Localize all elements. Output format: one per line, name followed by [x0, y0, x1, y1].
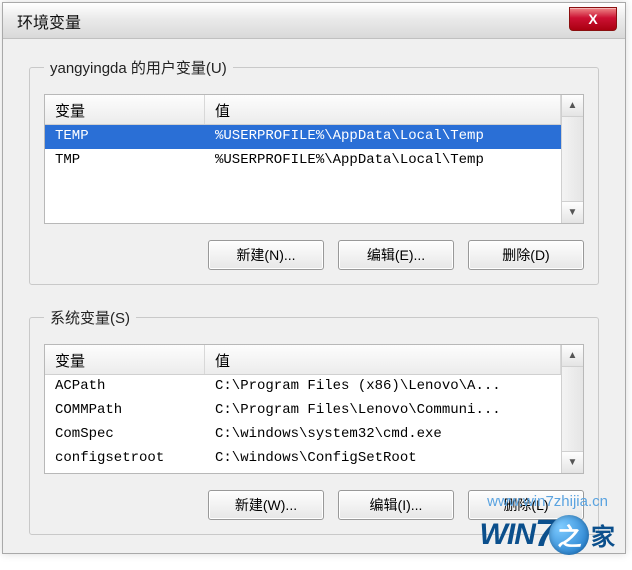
cell-value: C:\windows\ConfigSetRoot: [205, 447, 561, 471]
table-row[interactable]: ACPath C:\Program Files (x86)\Lenovo\A..…: [45, 375, 561, 399]
table-row[interactable]: TMP %USERPROFILE%\AppData\Local\Temp: [45, 149, 561, 173]
column-header-value[interactable]: 值: [205, 345, 561, 374]
system-vars-header: 变量 值: [45, 345, 561, 375]
cell-variable: COMMPath: [45, 399, 205, 423]
window-title: 环境变量: [17, 9, 81, 33]
scroll-up-icon[interactable]: ▲: [562, 345, 583, 367]
cell-value: %USERPROFILE%\AppData\Local\Temp: [205, 149, 561, 173]
user-vars-buttons: 新建(N)... 编辑(E)... 删除(D): [44, 240, 584, 270]
user-vars-scrollbar[interactable]: ▲ ▼: [561, 95, 583, 223]
table-row[interactable]: configsetroot C:\windows\ConfigSetRoot: [45, 447, 561, 471]
table-row[interactable]: COMMPath C:\Program Files\Lenovo\Communi…: [45, 399, 561, 423]
scroll-down-icon[interactable]: ▼: [562, 201, 583, 223]
cell-value: C:\Program Files\Lenovo\Communi...: [205, 399, 561, 423]
client-area: yangyingda 的用户变量(U) 变量 值 TEMP %USERPROFI…: [3, 39, 625, 553]
table-row[interactable]: TEMP %USERPROFILE%\AppData\Local\Temp: [45, 125, 561, 149]
close-button[interactable]: X: [569, 7, 617, 31]
user-vars-table: 变量 值 TEMP %USERPROFILE%\AppData\Local\Te…: [44, 94, 584, 224]
scroll-track[interactable]: [562, 367, 583, 451]
system-vars-scrollbar[interactable]: ▲ ▼: [561, 345, 583, 473]
cell-variable: configsetroot: [45, 447, 205, 471]
user-vars-header: 变量 值: [45, 95, 561, 125]
edit-system-var-button[interactable]: 编辑(I)...: [338, 490, 454, 520]
system-vars-table: 变量 值 ACPath C:\Program Files (x86)\Lenov…: [44, 344, 584, 474]
cell-variable: ComSpec: [45, 423, 205, 447]
delete-system-var-button[interactable]: 删除(L): [468, 490, 584, 520]
table-row[interactable]: ComSpec C:\windows\system32\cmd.exe: [45, 423, 561, 447]
column-header-value[interactable]: 值: [205, 95, 561, 124]
cell-variable: TMP: [45, 149, 205, 173]
delete-user-var-button[interactable]: 删除(D): [468, 240, 584, 270]
new-system-var-button[interactable]: 新建(W)...: [208, 490, 324, 520]
new-user-var-button[interactable]: 新建(N)...: [208, 240, 324, 270]
cell-value: %USERPROFILE%\AppData\Local\Temp: [205, 125, 561, 149]
system-vars-legend: 系统变量(S): [44, 307, 136, 328]
column-header-variable[interactable]: 变量: [45, 95, 205, 124]
scroll-up-icon[interactable]: ▲: [562, 95, 583, 117]
scroll-track[interactable]: [562, 117, 583, 201]
system-vars-group: 系统变量(S) 变量 值 ACPath C:\Program Files (x8…: [29, 307, 599, 535]
env-vars-dialog: 环境变量 X yangyingda 的用户变量(U) 变量 值 TEMP %US…: [2, 2, 626, 554]
cell-variable: TEMP: [45, 125, 205, 149]
titlebar: 环境变量 X: [3, 3, 625, 39]
column-header-variable[interactable]: 变量: [45, 345, 205, 374]
scroll-down-icon[interactable]: ▼: [562, 451, 583, 473]
cell-value: C:\Program Files (x86)\Lenovo\A...: [205, 375, 561, 399]
user-vars-legend: yangyingda 的用户变量(U): [44, 57, 233, 78]
close-icon: X: [588, 11, 597, 27]
system-vars-buttons: 新建(W)... 编辑(I)... 删除(L): [44, 490, 584, 520]
edit-user-var-button[interactable]: 编辑(E)...: [338, 240, 454, 270]
cell-value: C:\windows\system32\cmd.exe: [205, 423, 561, 447]
cell-variable: ACPath: [45, 375, 205, 399]
user-vars-group: yangyingda 的用户变量(U) 变量 值 TEMP %USERPROFI…: [29, 57, 599, 285]
